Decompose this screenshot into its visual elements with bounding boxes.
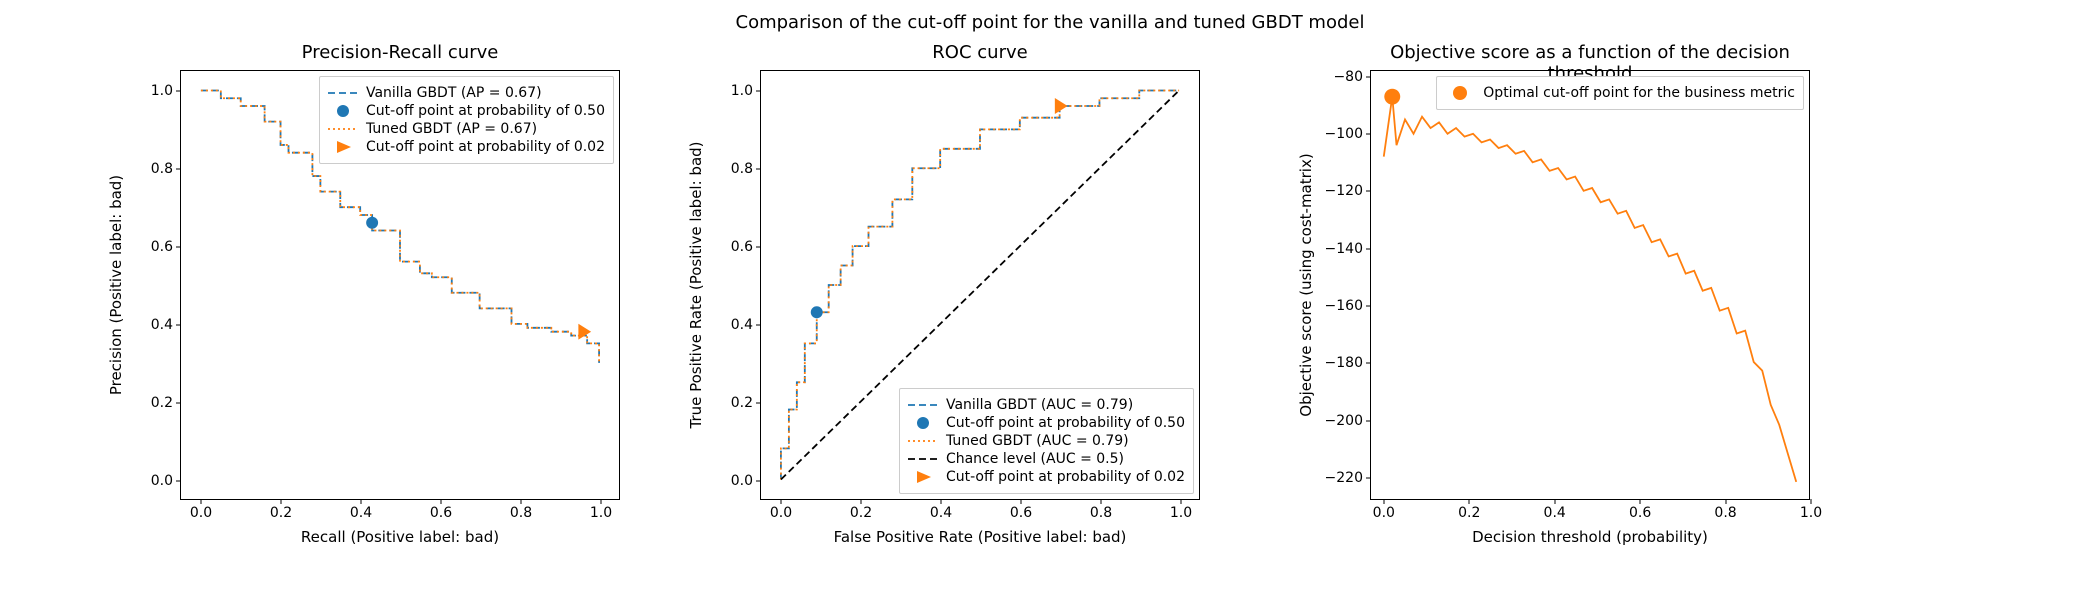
legend-swatch-icon	[908, 398, 938, 412]
legend-label: Cut-off point at probability of 0.50	[946, 415, 1185, 431]
subplot-precision-recall: Precision-Recall curve 0.00.20.40.60.81.…	[180, 70, 620, 500]
plot-area: 0.00.20.40.60.81.0−220−200−180−160−140−1…	[1370, 70, 1810, 500]
subplot-title: ROC curve	[760, 42, 1200, 63]
y-tick-label: 0.6	[731, 239, 753, 255]
y-tick-label: −120	[1325, 183, 1363, 199]
y-tick-label: 0.4	[151, 317, 173, 333]
legend-swatch-icon	[908, 452, 938, 466]
legend-entry: Cut-off point at probability of 0.50	[908, 415, 1185, 431]
legend-swatch-icon	[328, 140, 358, 154]
y-tick-label: 1.0	[731, 83, 753, 99]
subplot-title: Precision-Recall curve	[180, 42, 620, 63]
legend-entry: Cut-off point at probability of 0.02	[908, 469, 1185, 485]
legend-entry: Vanilla GBDT (AP = 0.67)	[328, 85, 605, 101]
legend-swatch-icon	[328, 122, 358, 136]
y-tick-label: −180	[1325, 355, 1363, 371]
legend-entry: Optimal cut-off point for the business m…	[1445, 85, 1795, 101]
series-line	[1384, 97, 1796, 482]
y-tick-label: 0.4	[731, 317, 753, 333]
y-axis-label: True Positive Rate (Positive label: bad)	[687, 141, 705, 428]
x-tick-label: 0.8	[1090, 505, 1112, 521]
x-tick-label: 0.0	[1373, 505, 1395, 521]
x-tick-label: 0.6	[430, 505, 452, 521]
x-tick-label: 0.0	[770, 505, 792, 521]
x-tick-label: 0.8	[510, 505, 532, 521]
legend-label: Vanilla GBDT (AP = 0.67)	[366, 85, 542, 101]
figure-suptitle: Comparison of the cut-off point for the …	[0, 12, 2100, 33]
figure: Comparison of the cut-off point for the …	[0, 0, 2100, 600]
legend: Vanilla GBDT (AP = 0.67) Cut-off point at…	[319, 76, 614, 164]
x-tick-label: 0.0	[190, 505, 212, 521]
legend-label: Optimal cut-off point for the business m…	[1483, 85, 1795, 101]
y-axis-label: Precision (Positive label: bad)	[107, 175, 125, 395]
legend-label: Chance level (AUC = 0.5)	[946, 451, 1124, 467]
x-tick-label: 0.6	[1629, 505, 1651, 521]
y-tick-label: −160	[1325, 298, 1363, 314]
y-tick-label: 0.2	[151, 395, 173, 411]
x-tick-label: 0.4	[350, 505, 372, 521]
x-tick-label: 1.0	[1170, 505, 1192, 521]
y-tick-label: −140	[1325, 241, 1363, 257]
legend-swatch-icon	[328, 104, 358, 118]
y-tick-label: 0.6	[151, 239, 173, 255]
y-tick-label: 0.8	[151, 161, 173, 177]
legend-swatch-icon	[908, 434, 938, 448]
y-tick-label: 0.8	[731, 161, 753, 177]
x-tick-label: 0.2	[1458, 505, 1480, 521]
legend-entry: Cut-off point at probability of 0.02	[328, 139, 605, 155]
legend-entry: Cut-off point at probability of 0.50	[328, 103, 605, 119]
y-tick-label: −200	[1325, 413, 1363, 429]
x-tick-label: 0.2	[270, 505, 292, 521]
y-tick-label: −220	[1325, 470, 1363, 486]
y-tick-label: 0.0	[151, 473, 173, 489]
y-tick-label: −100	[1325, 126, 1363, 142]
subplot-objective-score: Objective score as a function of the dec…	[1370, 70, 1810, 500]
legend: Optimal cut-off point for the business m…	[1436, 76, 1804, 110]
legend: Vanilla GBDT (AUC = 0.79) Cut-off point a…	[899, 388, 1194, 494]
subplot-roc: ROC curve 0.00.20.40.60.81.00.00.20.40.6…	[760, 70, 1200, 500]
x-axis-label: Recall (Positive label: bad)	[180, 528, 620, 546]
legend-entry: Tuned GBDT (AUC = 0.79)	[908, 433, 1185, 449]
legend-label: Tuned GBDT (AUC = 0.79)	[946, 433, 1129, 449]
y-tick-label: 1.0	[151, 83, 173, 99]
legend-label: Cut-off point at probability of 0.02	[366, 139, 605, 155]
legend-swatch-icon	[908, 416, 938, 430]
x-tick-label: 0.2	[850, 505, 872, 521]
x-tick-label: 0.4	[1544, 505, 1566, 521]
x-tick-label: 1.0	[1800, 505, 1822, 521]
x-axis-label: False Positive Rate (Positive label: bad…	[760, 528, 1200, 546]
plot-svg	[1371, 71, 1809, 499]
y-tick-label: −80	[1333, 69, 1363, 85]
legend-swatch-icon	[908, 470, 938, 484]
legend-label: Cut-off point at probability of 0.50	[366, 103, 605, 119]
legend-swatch-icon	[328, 86, 358, 100]
x-tick-label: 1.0	[590, 505, 612, 521]
legend-entry: Chance level (AUC = 0.5)	[908, 451, 1185, 467]
y-axis-label: Objective score (using cost-matrix)	[1297, 153, 1315, 416]
y-tick-label: 0.0	[731, 473, 753, 489]
legend-label: Vanilla GBDT (AUC = 0.79)	[946, 397, 1133, 413]
legend-label: Cut-off point at probability of 0.02	[946, 469, 1185, 485]
x-tick-label: 0.8	[1714, 505, 1736, 521]
x-tick-label: 0.4	[930, 505, 952, 521]
legend-swatch-icon	[1445, 86, 1475, 100]
legend-label: Tuned GBDT (AP = 0.67)	[366, 121, 537, 137]
x-tick-label: 0.6	[1010, 505, 1032, 521]
x-axis-label: Decision threshold (probability)	[1370, 528, 1810, 546]
legend-entry: Vanilla GBDT (AUC = 0.79)	[908, 397, 1185, 413]
legend-entry: Tuned GBDT (AP = 0.67)	[328, 121, 605, 137]
y-tick-label: 0.2	[731, 395, 753, 411]
